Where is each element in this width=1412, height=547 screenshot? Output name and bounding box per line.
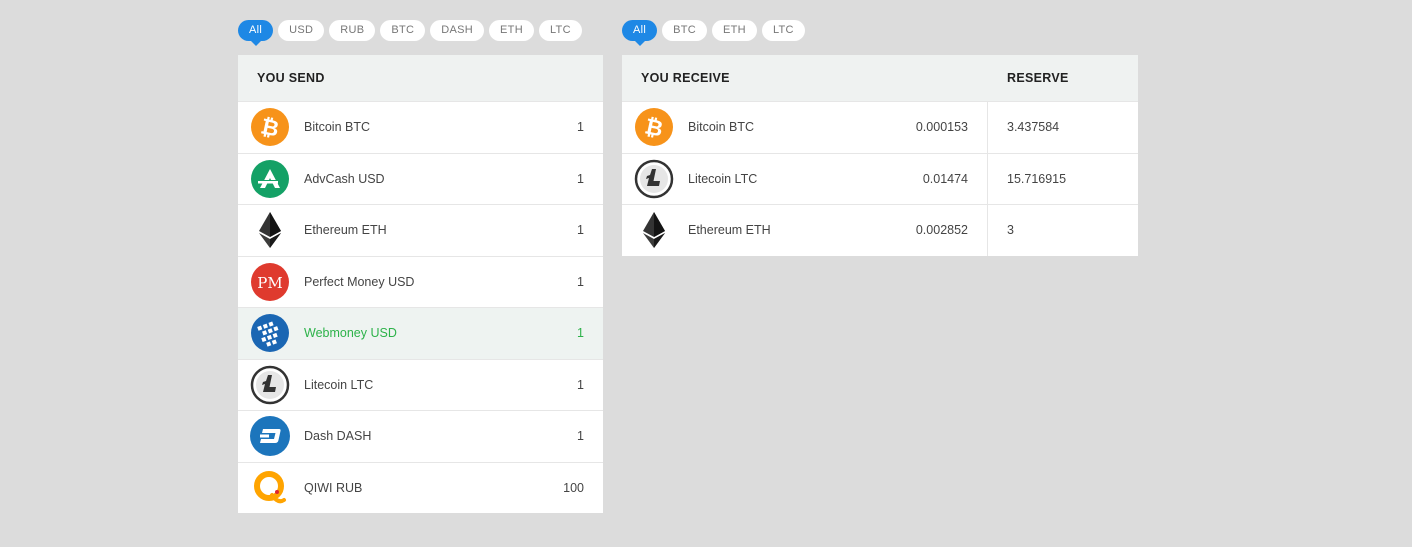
litecoin-icon (634, 159, 674, 199)
send-filter-ltc[interactable]: LTC (538, 20, 582, 41)
send-row-litecoin[interactable]: Litecoin LTC 1 (238, 358, 603, 411)
send-row-name: Ethereum ETH (304, 223, 387, 238)
receive-filter-ltc[interactable]: LTC (761, 20, 805, 41)
send-panel: YOU SEND ₿ Bitcoin BTC 1 AdvCash USD 1 E… (238, 55, 603, 513)
send-row-amount: 1 (577, 377, 584, 392)
send-row-name: AdvCash USD (304, 171, 385, 186)
send-filter-eth[interactable]: ETH (489, 20, 534, 41)
send-row-amount: 1 (577, 171, 584, 186)
send-filter-all[interactable]: All (238, 20, 274, 46)
bitcoin-icon: ₿ (250, 107, 290, 147)
receive-row-name: Ethereum ETH (688, 223, 771, 238)
send-row-amount: 1 (577, 223, 584, 238)
send-header-label: YOU SEND (257, 71, 325, 85)
reserve-header-label: RESERVE (1007, 71, 1069, 85)
send-row-name: Perfect Money USD (304, 274, 415, 289)
send-row-dash[interactable]: Dash DASH 1 (238, 410, 603, 462)
send-row-name: QIWI RUB (304, 480, 363, 495)
send-row-qiwi[interactable]: QIWI RUB 100 (238, 461, 603, 514)
bitcoin-icon: ₿ (634, 107, 674, 147)
receive-row-litecoin[interactable]: Litecoin LTC 0.01474 15.716915 (622, 152, 1138, 204)
receive-panel-header: YOU RECEIVE RESERVE (622, 55, 1138, 101)
receive-panel: YOU RECEIVE RESERVE ₿ Bitcoin BTC 0.0001… (622, 55, 1138, 256)
send-filter-dash[interactable]: DASH (430, 20, 485, 41)
receive-row-name: Litecoin LTC (688, 171, 758, 186)
receive-header-label: YOU RECEIVE (641, 71, 730, 85)
send-filter-btc[interactable]: BTC (380, 20, 426, 41)
send-filter-rub[interactable]: RUB (329, 20, 376, 41)
send-currency-filters: All USD RUB BTC DASH ETH LTC (238, 20, 582, 46)
receive-row-reserve: 3.437584 (1007, 120, 1060, 135)
webmoney-icon (250, 313, 290, 353)
send-row-perfect-money[interactable]: PM Perfect Money USD 1 (238, 255, 603, 308)
receive-currency-filters: All BTC ETH LTC (622, 20, 805, 46)
receive-row-rate: 0.000153 (915, 120, 968, 135)
ethereum-icon (634, 210, 674, 250)
send-row-name: Webmoney USD (304, 326, 397, 341)
receive-row-rate: 0.01474 (922, 171, 968, 186)
send-row-bitcoin[interactable]: ₿ Bitcoin BTC 1 (238, 101, 603, 153)
send-panel-header: YOU SEND (238, 55, 603, 101)
dash-icon (250, 416, 290, 457)
send-row-amount: 1 (577, 326, 584, 341)
receive-filter-btc[interactable]: BTC (662, 20, 708, 41)
perfect-money-icon: PM (250, 262, 290, 302)
receive-filter-all[interactable]: All (622, 20, 658, 46)
send-row-name: Dash DASH (304, 429, 372, 444)
send-filter-usd[interactable]: USD (278, 20, 325, 41)
send-row-name: Bitcoin BTC (304, 120, 370, 135)
qiwi-icon (250, 468, 290, 508)
advcash-icon (250, 159, 290, 199)
receive-row-ethereum[interactable]: Ethereum ETH 0.002852 3 (622, 204, 1138, 256)
send-row-amount: 1 (577, 429, 584, 444)
ethereum-icon (250, 210, 290, 250)
send-row-ethereum[interactable]: Ethereum ETH 1 (238, 204, 603, 256)
svg-text:PM: PM (257, 274, 282, 292)
send-row-amount: 100 (563, 480, 584, 495)
send-row-amount: 1 (577, 274, 584, 289)
litecoin-icon (250, 365, 290, 405)
receive-row-reserve: 3 (1007, 223, 1014, 238)
receive-row-reserve: 15.716915 (1007, 171, 1067, 186)
send-row-amount: 1 (577, 120, 584, 135)
receive-row-rate: 0.002852 (915, 223, 968, 238)
receive-row-name: Bitcoin BTC (688, 120, 754, 135)
receive-row-bitcoin[interactable]: ₿ Bitcoin BTC 0.000153 3.437584 (622, 101, 1138, 153)
send-row-webmoney[interactable]: Webmoney USD 1 (238, 307, 603, 359)
receive-filter-eth[interactable]: ETH (712, 20, 757, 41)
send-row-advcash[interactable]: AdvCash USD 1 (238, 152, 603, 205)
send-row-name: Litecoin LTC (304, 377, 374, 392)
